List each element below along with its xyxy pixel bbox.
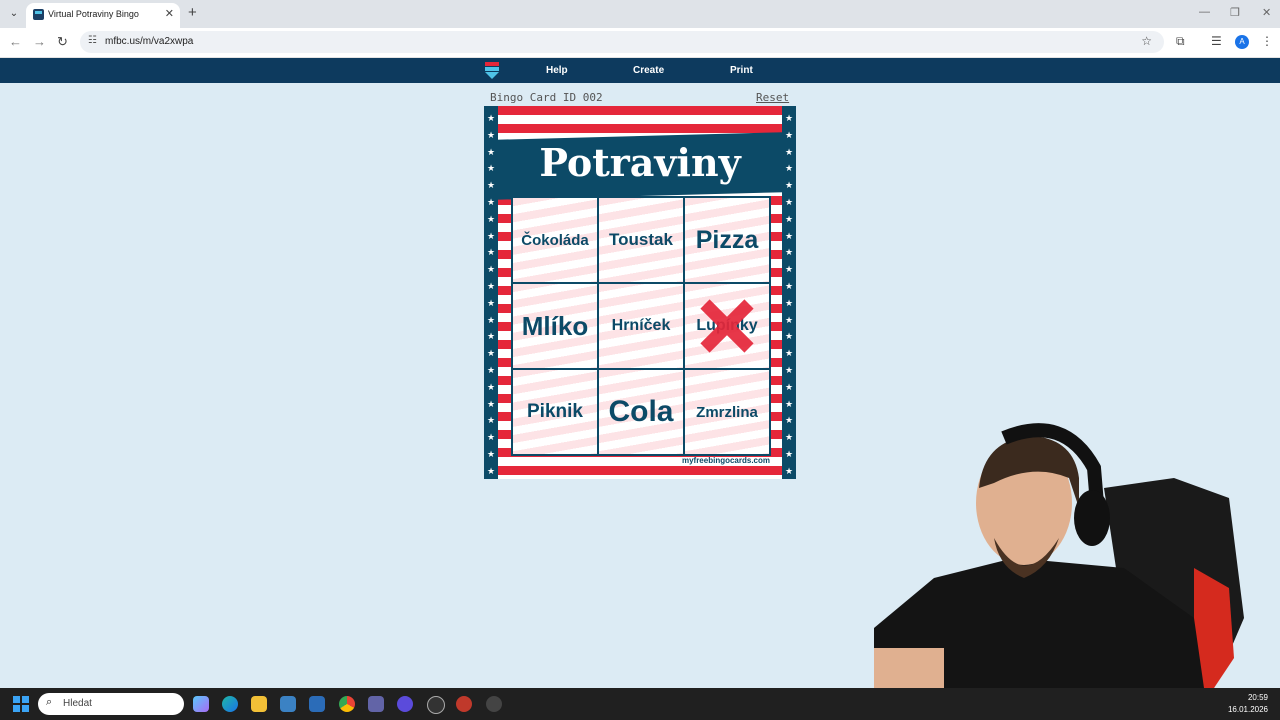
site-logo-icon[interactable] xyxy=(484,62,500,79)
wordpress-icon[interactable] xyxy=(427,696,445,714)
extensions-icon[interactable]: ⧉ xyxy=(1176,34,1185,49)
taskbar-clock[interactable]: 20:59 16.01.2026 xyxy=(1228,692,1268,716)
bingo-cell-marked[interactable]: Lupínky xyxy=(684,283,770,369)
nav-create-link[interactable]: Create xyxy=(633,65,664,76)
bingo-cell[interactable]: Toustak xyxy=(598,197,684,283)
card-footer-site: myfreebingocards.com xyxy=(681,456,770,465)
minimize-icon[interactable]: — xyxy=(1199,6,1210,18)
marked-x-icon xyxy=(700,299,754,353)
profile-avatar[interactable]: A xyxy=(1235,35,1249,49)
webcam-person-image xyxy=(874,423,1244,688)
browser-menu-icon[interactable]: ⋮ xyxy=(1261,34,1273,48)
bingo-cell[interactable]: Čokoláda xyxy=(512,197,598,283)
windows-taskbar: ⌕ Hledat 20:59 16.01.2026 xyxy=(0,688,1280,720)
nav-help-link[interactable]: Help xyxy=(546,65,568,76)
cell-label: Mlíko xyxy=(521,310,589,341)
tab-title: Virtual Potraviny Bingo xyxy=(48,9,139,19)
bingo-cell[interactable]: Cola xyxy=(598,369,684,455)
restore-icon[interactable]: ❐ xyxy=(1230,6,1240,19)
clock-time: 20:59 xyxy=(1247,693,1268,702)
browser-toolbar: ← → ↻ ☷ mfbc.us/m/va2xwpa ☆ ⧉ ☰ A ⋮ xyxy=(0,28,1280,58)
bingo-grid: Čokoláda Toustak Pizza Mlíko Hrníček Lup… xyxy=(511,196,771,456)
cell-label: Zmrzlina xyxy=(696,403,758,421)
chrome-icon[interactable] xyxy=(339,696,355,712)
bingo-cell[interactable]: Piknik xyxy=(512,369,598,455)
bingo-cell[interactable]: Zmrzlina xyxy=(684,369,770,455)
address-url[interactable]: mfbc.us/m/va2xwpa xyxy=(105,36,193,47)
bingo-cell[interactable]: Hrníček xyxy=(598,283,684,369)
browser-tab-active[interactable]: Virtual Potraviny Bingo ✕ xyxy=(26,3,180,28)
tab-search-chevron-icon[interactable]: ⌄ xyxy=(6,6,22,22)
site-favicon-icon xyxy=(33,9,44,20)
site-settings-icon[interactable]: ☷ xyxy=(88,35,97,46)
cell-label: Cola xyxy=(608,395,674,428)
address-bar[interactable]: ☷ mfbc.us/m/va2xwpa ☆ xyxy=(80,31,1164,53)
file-explorer-icon[interactable] xyxy=(251,696,267,712)
app-icon-purple[interactable] xyxy=(397,696,413,712)
bingo-card: ★ ★ ★ ★ ★ ★ ★ ★ ★ ★ ★ ★ ★ ★ ★ ★ ★ ★ ★ ★ ★ ★ ★ ★ ★ ★ ★ ★ ★ ★ ★ ★ ★ ★ ★ ★ ★ ★ ★… xyxy=(484,106,796,479)
reload-icon[interactable]: ↻ xyxy=(57,34,68,50)
windows-start-icon[interactable] xyxy=(13,696,29,712)
outlook-icon[interactable] xyxy=(309,696,325,712)
new-tab-plus-icon[interactable]: + xyxy=(188,4,197,21)
browser-tab-bar: ⌄ Virtual Potraviny Bingo ✕ + — ❐ ✕ xyxy=(0,0,1280,28)
teams-icon[interactable] xyxy=(368,696,384,712)
cell-label: Hrníček xyxy=(611,317,671,334)
search-icon: ⌕ xyxy=(46,696,53,708)
reading-list-icon[interactable]: ☰ xyxy=(1211,34,1222,48)
nav-print-link[interactable]: Print xyxy=(730,65,753,76)
taskbar-search[interactable]: ⌕ Hledat xyxy=(38,693,184,715)
store-icon[interactable] xyxy=(280,696,296,712)
cell-label: Piknik xyxy=(527,401,583,422)
cell-label: Toustak xyxy=(609,230,673,249)
site-navbar: Help Create Print xyxy=(0,58,1280,83)
bingo-card-id: Bingo Card ID 002 xyxy=(490,91,603,104)
clock-date: 16.01.2026 xyxy=(1227,705,1268,714)
bingo-cell[interactable]: Pizza xyxy=(684,197,770,283)
bingo-cell[interactable]: Mlíko xyxy=(512,283,598,369)
forward-arrow-icon[interactable]: → xyxy=(33,34,46,49)
window-close-icon[interactable]: ✕ xyxy=(1262,6,1271,19)
app-icon-red[interactable] xyxy=(456,696,472,712)
copilot-icon[interactable] xyxy=(193,696,209,712)
edge-icon[interactable] xyxy=(222,696,238,712)
app-icon-gray[interactable] xyxy=(486,696,502,712)
tab-close-icon[interactable]: ✕ xyxy=(165,7,174,20)
cell-label: Čokoláda xyxy=(521,231,589,249)
reset-button[interactable]: Reset xyxy=(756,91,789,104)
card-title: Potraviny xyxy=(539,140,741,185)
cell-label: Pizza xyxy=(695,225,759,254)
back-arrow-icon[interactable]: ← xyxy=(9,34,22,49)
bookmark-star-icon[interactable]: ☆ xyxy=(1141,34,1152,48)
taskbar-search-placeholder: Hledat xyxy=(63,698,92,709)
